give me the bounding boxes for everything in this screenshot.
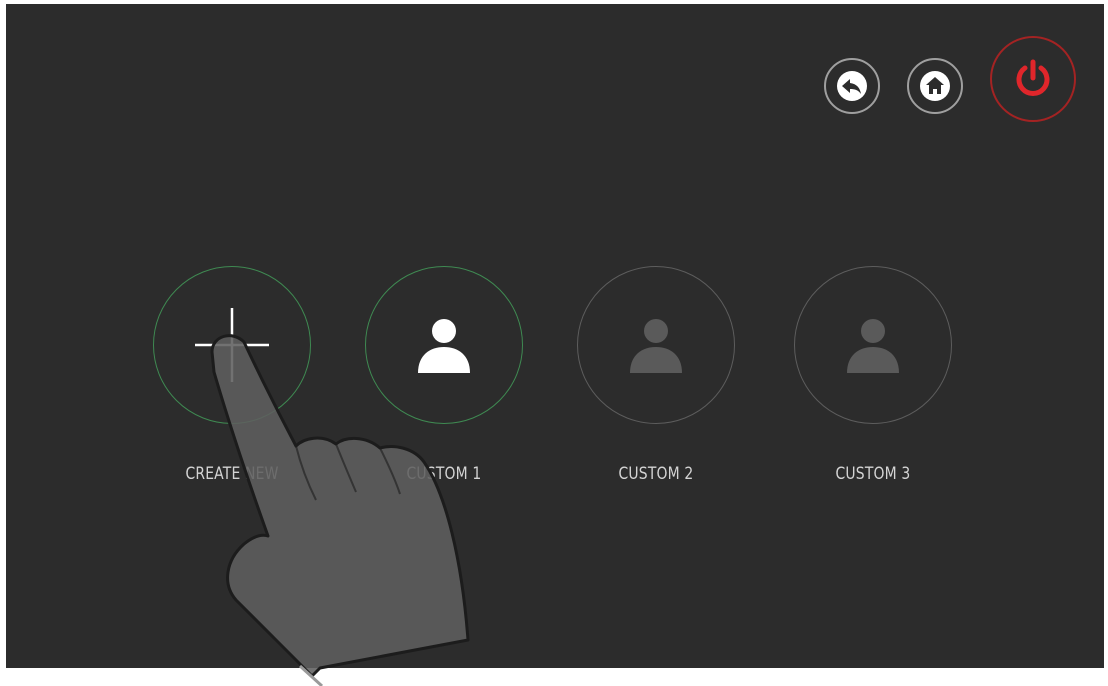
screen: CREATE NEW CUSTOM 1 CUSTOM 2 CUSTOM 3 xyxy=(6,4,1104,668)
user-icon xyxy=(418,319,470,373)
home-button[interactable] xyxy=(907,58,963,114)
user-icon xyxy=(630,319,682,373)
power-button[interactable] xyxy=(990,36,1076,122)
create-new-button[interactable] xyxy=(153,266,311,424)
profile-label: CUSTOM 2 xyxy=(618,464,694,484)
plus-icon xyxy=(195,308,269,382)
profile-label: CUSTOM 3 xyxy=(835,464,911,484)
profile-label: CUSTOM 1 xyxy=(406,464,482,484)
profile-custom-3[interactable]: CUSTOM 3 xyxy=(793,266,953,484)
back-button[interactable] xyxy=(824,58,880,114)
power-icon xyxy=(1016,59,1050,96)
custom-3-button[interactable] xyxy=(794,266,952,424)
custom-2-button[interactable] xyxy=(577,266,735,424)
profile-label: CREATE NEW xyxy=(185,464,279,484)
profile-custom-1[interactable]: CUSTOM 1 xyxy=(364,266,524,484)
profile-custom-2[interactable]: CUSTOM 2 xyxy=(576,266,736,484)
user-icon xyxy=(847,319,899,373)
profile-create-new[interactable]: CREATE NEW xyxy=(152,266,312,484)
home-icon xyxy=(920,71,950,101)
custom-1-button[interactable] xyxy=(365,266,523,424)
back-arrow-icon xyxy=(837,71,867,101)
